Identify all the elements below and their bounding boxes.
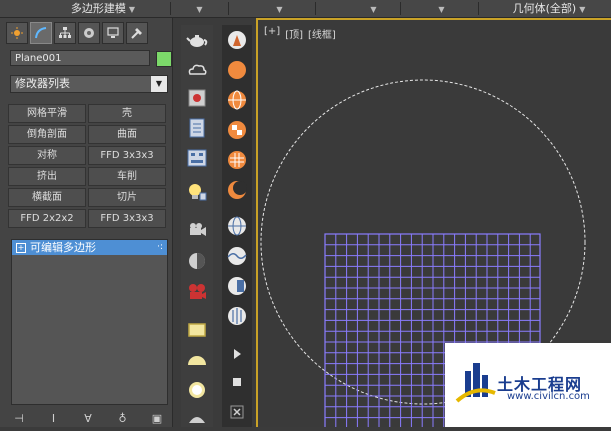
ribbon-separator <box>315 2 316 15</box>
ribbon-dropdown-label: 多边形建模 <box>70 2 126 15</box>
command-panel: Plane001 修改器列表 ▼ 网格平滑 壳 倒角剖面 曲面 对称 FFD 3… <box>0 18 173 427</box>
watermark-url: www.civilcn.com <box>507 391 590 402</box>
motion-icon <box>84 28 94 38</box>
viewport-label: [+] [顶] [线框] <box>264 26 336 41</box>
chevron-down-icon: ▼ <box>128 5 136 14</box>
modifier-button[interactable]: 壳 <box>88 104 166 123</box>
render-frame-icon[interactable] <box>186 87 208 109</box>
viewport-label-plus[interactable]: [+] <box>264 26 280 41</box>
ribbon-dropdown-4[interactable]: ▼ <box>352 0 392 17</box>
tab-motion[interactable] <box>78 22 100 44</box>
remove-modifier-icon[interactable]: ♁ <box>116 413 130 425</box>
modifier-buttons-grid: 网格平滑 壳 倒角剖面 曲面 对称 FFD 3x3x3 挤出 车削 横截面 切片… <box>8 104 168 228</box>
stack-tools: ⊣ Ⅰ ∀ ♁ ▣ <box>12 412 164 426</box>
ribbon-separator <box>170 2 171 15</box>
light-bulb-icon[interactable] <box>186 181 208 203</box>
globe-white-icon[interactable] <box>226 215 248 237</box>
configure-sets-icon[interactable]: ▣ <box>150 413 164 425</box>
watermark-building-icon <box>455 363 496 403</box>
ribbon-dropdown-polygon-modeling[interactable]: 多边形建模 ▼ <box>40 0 166 17</box>
chevron-down-icon[interactable]: ▼ <box>151 76 167 92</box>
stop-icon[interactable] <box>226 371 248 393</box>
modifier-list-label: 修改器列表 <box>15 77 70 90</box>
watermark-logo: 土木工程网 www.civilcn.com <box>445 343 611 427</box>
box-frame-icon[interactable] <box>186 319 208 341</box>
modifier-button[interactable]: 对称 <box>8 146 86 165</box>
chevron-down-icon: ▼ <box>370 5 377 14</box>
modifier-button[interactable]: FFD 2x2x2 <box>8 209 86 228</box>
create-icon <box>11 27 23 39</box>
modifier-button[interactable]: FFD 3x3x3 <box>88 209 166 228</box>
viewport-label-wireframe[interactable]: [线框] <box>308 26 336 41</box>
top-ribbon: 多边形建模 ▼ ▼ ▼ ▼ ▼ 几何体(全部) ▼ <box>0 0 611 18</box>
ribbon-dropdown-2[interactable]: ▼ <box>178 0 218 17</box>
hemisphere-icon[interactable] <box>186 349 208 371</box>
modifier-button[interactable]: 网格平滑 <box>8 104 86 123</box>
object-color-swatch[interactable] <box>156 51 172 67</box>
close-icon[interactable] <box>226 401 248 423</box>
modifier-button[interactable]: 车削 <box>88 167 166 186</box>
vertical-toolbar-right <box>222 25 252 427</box>
material-editor-icon[interactable] <box>186 117 208 139</box>
lines-sphere-icon[interactable] <box>226 305 248 327</box>
helper-icon[interactable] <box>186 250 208 272</box>
ribbon-separator <box>400 2 401 15</box>
command-panel-tabs <box>6 22 148 44</box>
crescent-icon[interactable] <box>226 179 248 201</box>
chevron-down-icon: ▼ <box>196 5 203 14</box>
teapot-icon[interactable] <box>186 29 208 51</box>
grid-sphere-icon[interactable] <box>226 149 248 171</box>
show-end-result-icon[interactable]: Ⅰ <box>47 413 61 425</box>
ribbon-dropdown-3[interactable]: ▼ <box>258 0 298 17</box>
checker-sphere-icon[interactable] <box>226 119 248 141</box>
tab-display[interactable] <box>102 22 124 44</box>
hierarchy-icon <box>59 27 71 38</box>
modifier-button[interactable]: 切片 <box>88 188 166 207</box>
ribbon-separator <box>478 2 479 15</box>
half-sphere-icon[interactable] <box>226 275 248 297</box>
modifier-button[interactable]: FFD 3x3x3 <box>88 146 166 165</box>
wave-sphere-icon[interactable] <box>226 245 248 267</box>
cloud-icon[interactable] <box>186 58 208 80</box>
circle-icon[interactable] <box>186 379 208 401</box>
ribbon-dropdown-label: 几何体(全部) <box>512 2 577 15</box>
stack-item-editable-poly[interactable]: + 可编辑多边形 ·: <box>12 240 167 255</box>
tab-create[interactable] <box>6 22 28 44</box>
pin-stack-icon[interactable]: ⊣ <box>12 413 26 425</box>
chevron-down-icon: ▼ <box>579 5 586 14</box>
ribbon-dropdown-geometry-all[interactable]: 几何体(全部) ▼ <box>490 0 608 17</box>
modifier-button[interactable]: 挤出 <box>8 167 86 186</box>
chevron-down-icon: ▼ <box>276 5 283 14</box>
video-post-icon[interactable] <box>186 281 208 303</box>
modifier-button[interactable]: 横截面 <box>8 188 86 207</box>
camera-icon[interactable] <box>186 219 208 241</box>
viewport-label-top[interactable]: [顶] <box>285 26 303 41</box>
vertical-toolbar-left <box>181 25 213 427</box>
schematic-view-icon[interactable] <box>186 147 208 169</box>
modifier-button[interactable]: 曲面 <box>88 125 166 144</box>
play-icon[interactable] <box>226 343 248 365</box>
stack-item-dots: ·: <box>157 242 163 252</box>
expand-plus-icon[interactable]: + <box>16 243 26 253</box>
figure-icon[interactable] <box>226 29 248 51</box>
modifier-stack: + 可编辑多边形 ·: <box>11 239 168 405</box>
modify-icon <box>35 27 47 39</box>
tab-utilities[interactable] <box>126 22 148 44</box>
utilities-icon <box>131 28 142 39</box>
make-unique-icon[interactable]: ∀ <box>81 413 95 425</box>
ribbon-separator <box>228 2 229 15</box>
sphere-orange-icon[interactable] <box>226 59 248 81</box>
tab-hierarchy[interactable] <box>54 22 76 44</box>
ribbon-dropdown-5[interactable]: ▼ <box>420 0 460 17</box>
display-icon <box>107 27 119 38</box>
tab-modify[interactable] <box>30 22 52 44</box>
modifier-list-dropdown[interactable]: 修改器列表 ▼ <box>10 75 168 93</box>
modifier-button[interactable]: 倒角剖面 <box>8 125 86 144</box>
chevron-down-icon: ▼ <box>438 5 445 14</box>
globe-orange-icon[interactable] <box>226 89 248 111</box>
stack-item-label: 可编辑多边形 <box>30 241 96 254</box>
object-name-field[interactable]: Plane001 <box>10 50 150 66</box>
shell-icon[interactable] <box>186 409 208 431</box>
